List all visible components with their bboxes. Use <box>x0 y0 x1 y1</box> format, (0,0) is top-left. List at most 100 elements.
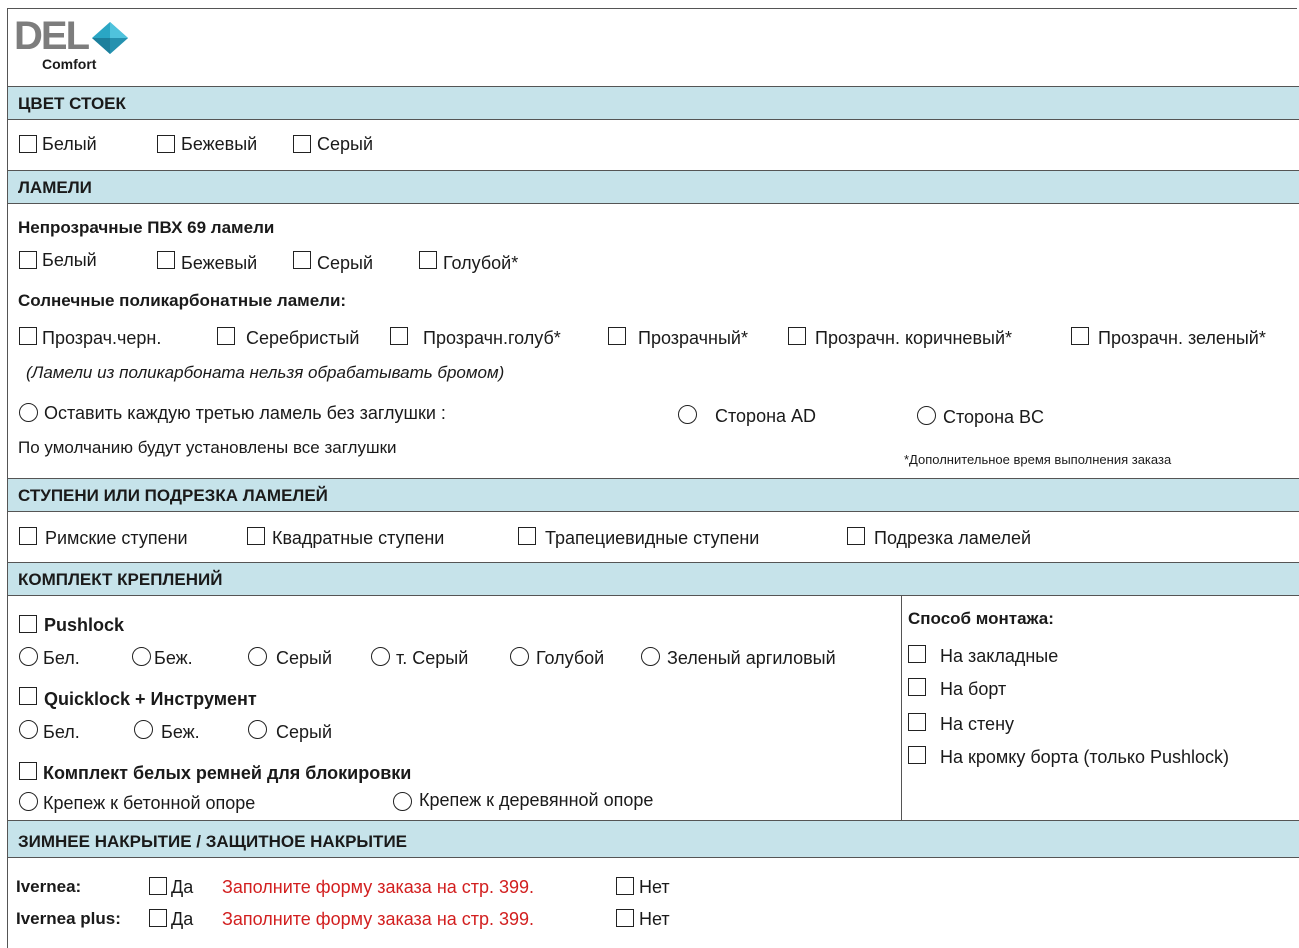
quicklock-beige-radio[interactable] <box>134 720 153 739</box>
roman-steps-label: Римские ступени <box>45 528 188 548</box>
quicklock-label: Quicklock + Инструмент <box>44 689 257 709</box>
pushlock-white-radio[interactable] <box>19 647 38 666</box>
section-fixing: КОМПЛЕКТ КРЕПЛЕНИЙ <box>8 562 1299 596</box>
pushlock-green-label: Зеленый аргиловый <box>667 648 836 668</box>
post-beige-label: Бежевый <box>181 134 258 154</box>
mount-wall-checkbox[interactable] <box>908 713 926 731</box>
solar-blue-checkbox[interactable] <box>390 327 408 345</box>
ivernea-fill-note: Заполните форму заказа на стр. 399. <box>222 877 535 897</box>
pushlock-grey-label: Серый <box>276 648 333 668</box>
solar-clear-checkbox[interactable] <box>608 327 626 345</box>
logo-sub: Comfort <box>42 56 97 72</box>
wood-radio[interactable] <box>393 792 412 811</box>
ivernea-label: Ivernea: <box>16 877 82 896</box>
section-title: ЗИМНЕЕ НАКРЫТИЕ / ЗАЩИТНОЕ НАКРЫТИЕ <box>18 832 407 851</box>
ivernea-yes-label: Да <box>171 877 194 897</box>
pushlock-blue-radio[interactable] <box>510 647 529 666</box>
logo-diamond-icon <box>92 22 128 54</box>
quicklock-beige-label: Беж. <box>161 722 200 742</box>
solar-brown-label: Прозрачн. коричневый* <box>815 328 1012 348</box>
section-title: СТУПЕНИ ИЛИ ПОДРЕЗКА ЛАМЕЛЕЙ <box>18 486 328 505</box>
side-ad-label: Сторона AD <box>715 406 817 426</box>
pushlock-blue-label: Голубой <box>536 648 605 668</box>
pushlock-white-label: Бел. <box>43 648 80 668</box>
mount-edge-checkbox[interactable] <box>908 746 926 764</box>
post-grey-checkbox[interactable] <box>293 135 311 153</box>
mounting-heading: Способ монтажа: <box>908 609 1054 628</box>
solar-silver-checkbox[interactable] <box>217 327 235 345</box>
solar-clear-label: Прозрачный* <box>638 328 748 348</box>
section-steps: СТУПЕНИ ИЛИ ПОДРЕЗКА ЛАМЕЛЕЙ <box>8 478 1299 512</box>
straps-checkbox[interactable] <box>19 762 37 780</box>
roman-steps-checkbox[interactable] <box>19 527 37 545</box>
side-bc-radio[interactable] <box>917 406 936 425</box>
leave-cap-radio[interactable] <box>19 403 38 422</box>
solar-blue-label: Прозрачн.голуб* <box>423 328 561 348</box>
mount-side-checkbox[interactable] <box>908 678 926 696</box>
column-divider <box>901 595 902 821</box>
section-winter: ЗИМНЕЕ НАКРЫТИЕ / ЗАЩИТНОЕ НАКРЫТИЕ <box>8 820 1299 858</box>
pushlock-beige-radio[interactable] <box>132 647 151 666</box>
opaque-blue-checkbox[interactable] <box>419 251 437 269</box>
quicklock-checkbox[interactable] <box>19 687 37 705</box>
section-post-color: ЦВЕТ СТОЕК <box>8 86 1299 120</box>
opaque-blue-label: Голубой* <box>443 253 519 273</box>
post-white-checkbox[interactable] <box>19 135 37 153</box>
pushlock-grey-radio[interactable] <box>248 647 267 666</box>
quicklock-white-label: Бел. <box>43 722 80 742</box>
quicklock-grey-radio[interactable] <box>248 720 267 739</box>
pushlock-darkgrey-label: т. Серый <box>396 648 469 668</box>
ivernea-plus-label: Ivernea plus: <box>16 909 121 928</box>
ivernea-plus-no-checkbox[interactable] <box>616 909 634 927</box>
square-steps-label: Квадратные ступени <box>272 528 445 548</box>
opaque-white-checkbox[interactable] <box>19 251 37 269</box>
mount-embedded-checkbox[interactable] <box>908 645 926 663</box>
ivernea-plus-yes-label: Да <box>171 909 194 929</box>
quicklock-white-radio[interactable] <box>19 720 38 739</box>
ivernea-plus-fill-note: Заполните форму заказа на стр. 399. <box>222 909 535 929</box>
concrete-label: Крепеж к бетонной опоре <box>43 793 256 813</box>
opaque-white-label: Белый <box>42 250 97 270</box>
trap-steps-label: Трапециевидные ступени <box>545 528 760 548</box>
pushlock-checkbox[interactable] <box>19 615 37 633</box>
opaque-beige-label: Бежевый <box>181 253 258 273</box>
pushlock-label: Pushlock <box>44 615 125 635</box>
post-beige-checkbox[interactable] <box>157 135 175 153</box>
post-grey-label: Серый <box>317 134 374 154</box>
solar-green-label: Прозрачн. зеленый* <box>1098 328 1266 348</box>
section-slats: ЛАМЕЛИ <box>8 170 1299 204</box>
ivernea-no-checkbox[interactable] <box>616 877 634 895</box>
post-white-label: Белый <box>42 134 97 154</box>
ivernea-plus-yes-checkbox[interactable] <box>149 909 167 927</box>
concrete-radio[interactable] <box>19 792 38 811</box>
opaque-grey-checkbox[interactable] <box>293 251 311 269</box>
solar-brown-checkbox[interactable] <box>788 327 806 345</box>
extra-time-note: *Дополнительное время выполнения заказа <box>904 452 1172 467</box>
quicklock-grey-label: Серый <box>276 722 333 742</box>
section-title: ЦВЕТ СТОЕК <box>18 94 126 113</box>
pushlock-darkgrey-radio[interactable] <box>371 647 390 666</box>
solar-heading: Солнечные поликарбонатные ламели: <box>18 291 347 310</box>
straps-label: Комплект белых ремней для блокировки <box>43 763 412 783</box>
ivernea-yes-checkbox[interactable] <box>149 877 167 895</box>
default-caps-text: По умолчанию будут установлены все заглу… <box>18 438 397 457</box>
solar-black-label: Прозрач.черн. <box>42 328 162 348</box>
trap-steps-checkbox[interactable] <box>518 527 536 545</box>
cut-slats-label: Подрезка ламелей <box>874 528 1032 548</box>
section-title: ЛАМЕЛИ <box>18 178 92 197</box>
side-ad-radio[interactable] <box>678 405 697 424</box>
opaque-beige-checkbox[interactable] <box>157 251 175 269</box>
mount-embedded-label: На закладные <box>940 646 1059 666</box>
wood-label: Крепеж к деревянной опоре <box>419 790 654 810</box>
ivernea-no-label: Нет <box>639 877 670 897</box>
section-title: КОМПЛЕКТ КРЕПЛЕНИЙ <box>18 570 223 589</box>
pushlock-green-radio[interactable] <box>641 647 660 666</box>
solar-silver-label: Серебристый <box>246 328 360 348</box>
solar-black-checkbox[interactable] <box>19 327 37 345</box>
cut-slats-checkbox[interactable] <box>847 527 865 545</box>
leave-cap-label: Оставить каждую третью ламель без заглуш… <box>44 403 446 423</box>
square-steps-checkbox[interactable] <box>247 527 265 545</box>
pushlock-beige-label: Беж. <box>154 648 193 668</box>
logo-brand: DEL <box>14 14 90 58</box>
solar-green-checkbox[interactable] <box>1071 327 1089 345</box>
